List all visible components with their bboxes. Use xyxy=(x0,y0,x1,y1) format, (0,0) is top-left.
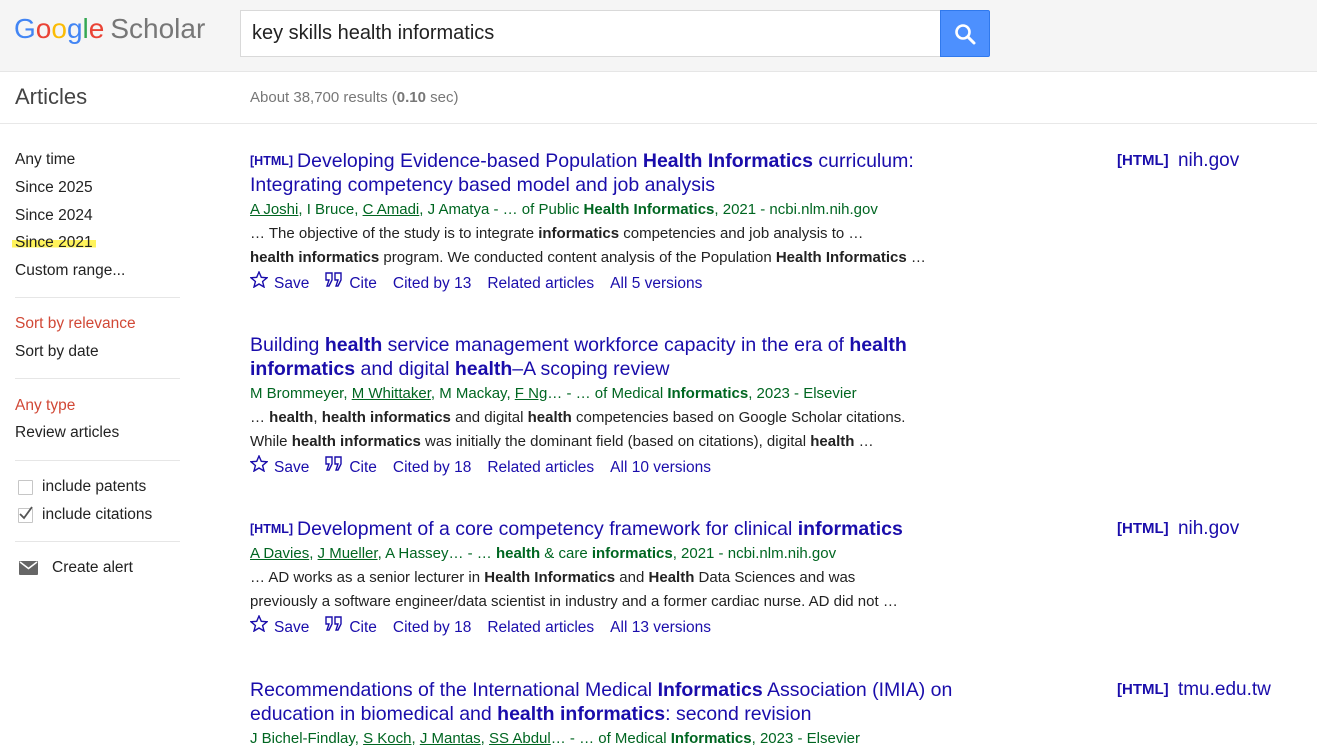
result-authors: A Joshi, I Bruce, C Amadi, J Amatya - … … xyxy=(250,201,878,218)
google-scholar-logo[interactable]: Google Scholar xyxy=(14,12,205,46)
html-tag[interactable]: [HTML] xyxy=(250,522,293,536)
search-icon xyxy=(955,23,976,44)
star-icon xyxy=(250,455,268,472)
section-label: Articles xyxy=(15,84,88,109)
divider xyxy=(15,460,180,461)
create-alert-link[interactable]: Create alert xyxy=(52,559,133,577)
full-text-link[interactable]: [HTML] tmu.edu.tw xyxy=(1117,679,1271,701)
full-text-link[interactable]: [HTML] nih.gov xyxy=(1117,518,1239,540)
star-icon xyxy=(250,615,268,632)
include-citations-label[interactable]: include citations xyxy=(42,506,152,524)
results-count: About 38,700 results (0.10 sec) xyxy=(250,89,459,106)
checkmark-icon xyxy=(19,506,33,520)
related-articles-link[interactable]: Related articles xyxy=(487,455,594,481)
include-citations-checkbox[interactable] xyxy=(18,506,33,523)
all-versions-link[interactable]: All 13 versions xyxy=(610,615,711,641)
filter-any-time[interactable]: Any time xyxy=(15,151,75,169)
save-button[interactable]: Save xyxy=(250,615,309,641)
divider xyxy=(15,378,180,379)
include-patents-label[interactable]: include patents xyxy=(42,478,146,496)
save-button[interactable]: Save xyxy=(250,455,309,481)
divider xyxy=(15,541,180,542)
result-title[interactable]: Building health service management workf… xyxy=(250,333,1010,381)
sort-by-date[interactable]: Sort by date xyxy=(15,343,99,361)
filter-since-2024[interactable]: Since 2024 xyxy=(15,207,93,225)
quote-icon xyxy=(325,272,343,287)
cite-button[interactable]: Cite xyxy=(325,271,377,297)
quote-icon xyxy=(325,456,343,471)
search-result: Recommendations of the International Med… xyxy=(250,678,1010,749)
result-snippet: … The objective of the study is to integ… xyxy=(250,225,926,266)
subheader: Articles About 38,700 results (0.10 sec) xyxy=(0,72,1317,124)
result-title[interactable]: Recommendations of the International Med… xyxy=(250,678,1010,726)
sort-by-relevance[interactable]: Sort by relevance xyxy=(15,315,136,333)
result-actions: Save Cite Cited by 18 Related articles A… xyxy=(250,615,1010,641)
cited-by-link[interactable]: Cited by 18 xyxy=(393,455,471,481)
full-text-link[interactable]: [HTML] nih.gov xyxy=(1117,150,1239,172)
search-button[interactable] xyxy=(940,10,990,57)
result-authors: J Bichel-Findlay, S Koch, J Mantas, SS A… xyxy=(250,730,861,747)
envelope-icon[interactable] xyxy=(19,561,38,575)
all-versions-link[interactable]: All 5 versions xyxy=(610,271,702,297)
filter-since-2021-label: Since 2021 xyxy=(12,234,96,251)
cite-button[interactable]: Cite xyxy=(325,615,377,641)
result-title[interactable]: [HTML] Developing Evidence-based Populati… xyxy=(250,149,1010,197)
result-actions: Save Cite Cited by 18 Related articles A… xyxy=(250,455,1010,481)
result-snippet: … health, health informatics and digital… xyxy=(250,409,906,450)
search-result: [HTML] Development of a core competency f… xyxy=(250,517,1010,641)
cite-button[interactable]: Cite xyxy=(325,455,377,481)
related-articles-link[interactable]: Related articles xyxy=(487,271,594,297)
html-tag[interactable]: [HTML] xyxy=(250,154,293,168)
result-authors: A Davies, J Mueller, A Hassey… - … healt… xyxy=(250,545,837,562)
all-versions-link[interactable]: All 10 versions xyxy=(610,455,711,481)
include-patents-checkbox[interactable] xyxy=(18,480,33,495)
search-result: Building health service management workf… xyxy=(250,333,1010,481)
result-title[interactable]: [HTML] Development of a core competency f… xyxy=(250,517,1010,541)
save-button[interactable]: Save xyxy=(250,271,309,297)
quote-icon xyxy=(325,616,343,631)
result-snippet: … AD works as a senior lecturer in Healt… xyxy=(250,569,898,610)
divider xyxy=(15,297,180,298)
search-result: [HTML] Developing Evidence-based Populati… xyxy=(250,149,1010,297)
filter-custom-range[interactable]: Custom range... xyxy=(15,262,125,280)
filter-since-2025[interactable]: Since 2025 xyxy=(15,179,93,197)
header: Google Scholar xyxy=(0,0,1317,72)
search-input[interactable] xyxy=(240,10,941,57)
cited-by-link[interactable]: Cited by 13 xyxy=(393,271,471,297)
type-review-articles[interactable]: Review articles xyxy=(15,424,119,442)
related-articles-link[interactable]: Related articles xyxy=(487,615,594,641)
cited-by-link[interactable]: Cited by 18 xyxy=(393,615,471,641)
star-icon xyxy=(250,271,268,288)
filter-since-2021[interactable]: Since 2021 xyxy=(12,234,96,252)
result-actions: Save Cite Cited by 13 Related articles A… xyxy=(250,271,1010,297)
type-any[interactable]: Any type xyxy=(15,397,75,415)
result-authors: M Brommeyer, M Whittaker, M Mackay, F Ng… xyxy=(250,385,857,402)
